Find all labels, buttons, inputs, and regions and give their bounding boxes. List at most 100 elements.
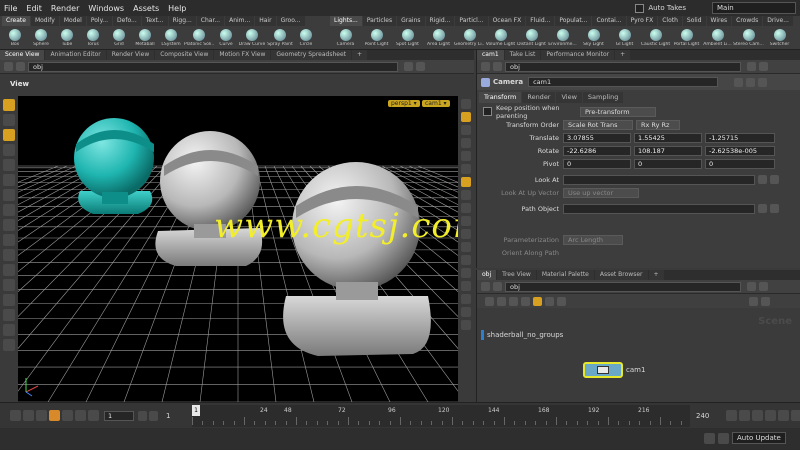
peak-tool-icon[interactable] bbox=[3, 324, 15, 336]
current-frame-marker[interactable]: 1 bbox=[192, 405, 200, 416]
uv-display-icon[interactable] bbox=[461, 242, 471, 252]
pivot-y-field[interactable]: 0 bbox=[634, 158, 702, 169]
range-icon[interactable] bbox=[765, 410, 776, 421]
shelf-tab-hair[interactable]: Hair bbox=[255, 16, 276, 26]
tab-geometry-spreadsheet[interactable]: Geometry Spreadsheet bbox=[271, 50, 351, 60]
frame-step-down-icon[interactable] bbox=[138, 411, 147, 421]
play-reverse-icon[interactable] bbox=[36, 410, 47, 421]
auto-update-dropdown[interactable]: Auto Update bbox=[732, 432, 786, 444]
shelf-tab-texture[interactable]: Text... bbox=[141, 16, 168, 26]
auto-takes-checkbox[interactable] bbox=[635, 3, 645, 13]
snap-tool-icon[interactable] bbox=[3, 204, 15, 216]
path-object-menu-icon[interactable] bbox=[770, 204, 779, 213]
shelf-tab-particle-fluids[interactable]: Particl... bbox=[455, 16, 488, 26]
shelf-tab-fluid[interactable]: Fluid... bbox=[526, 16, 555, 26]
shelf-tab-container[interactable]: Contai... bbox=[592, 16, 626, 26]
cloud-icon[interactable] bbox=[704, 433, 715, 444]
param-link-icon[interactable] bbox=[759, 62, 768, 71]
look-at-menu-icon[interactable] bbox=[770, 175, 779, 184]
move-tool-icon[interactable] bbox=[3, 114, 15, 126]
viewport-3d[interactable]: persp1 ▾ cam1 ▾ www.cgtsj.com bbox=[18, 96, 458, 402]
shelf-tab-grooming[interactable]: Groo... bbox=[276, 16, 305, 26]
status-icon[interactable] bbox=[718, 433, 729, 444]
tool-sky-light[interactable]: Sky Light bbox=[578, 29, 609, 47]
tool-lsystem[interactable]: LSystem bbox=[158, 29, 184, 47]
add-param-tab-button[interactable]: + bbox=[615, 50, 631, 60]
tab-motion-fx-view[interactable]: Motion FX View bbox=[214, 50, 271, 60]
camera-menu[interactable]: cam1 ▾ bbox=[422, 100, 450, 107]
grid-toggle-icon[interactable] bbox=[461, 190, 471, 200]
dot-icon[interactable] bbox=[557, 296, 566, 306]
paint-tool-icon[interactable] bbox=[3, 249, 15, 261]
menu-render[interactable]: Render bbox=[51, 4, 79, 13]
tool-geometry-light[interactable]: Geometry Li... bbox=[454, 29, 485, 47]
menu-file[interactable]: File bbox=[4, 4, 17, 13]
timeline-scrubber[interactable]: 1 24 48 72 96 120 144 168 192 216 bbox=[192, 405, 690, 427]
tool-distant-light[interactable]: Distant Light bbox=[516, 29, 547, 47]
param-back-icon[interactable] bbox=[481, 62, 490, 71]
shelf-tab-grains[interactable]: Grains bbox=[397, 16, 425, 26]
persp-menu[interactable]: persp1 ▾ bbox=[388, 100, 420, 107]
vertex-display-icon[interactable] bbox=[461, 229, 471, 239]
tool-camera[interactable]: Camera bbox=[330, 29, 361, 47]
node-name-field[interactable]: cam1 bbox=[528, 77, 719, 87]
rotate-z-field[interactable]: -2.62538e-005 bbox=[705, 145, 775, 156]
tab-take-list[interactable]: Take List bbox=[504, 50, 541, 60]
realtime-icon[interactable] bbox=[752, 410, 763, 421]
magnet-icon[interactable] bbox=[3, 234, 15, 246]
menu-windows[interactable]: Windows bbox=[88, 4, 124, 13]
tool-gi-light[interactable]: GI Light bbox=[609, 29, 640, 47]
tab-scene-view[interactable]: Scene View bbox=[0, 50, 45, 60]
primitive-display-icon[interactable] bbox=[461, 255, 471, 265]
tool-platonic[interactable]: Platonic Soli... bbox=[184, 29, 214, 47]
look-at-field[interactable] bbox=[563, 174, 755, 185]
tool-tube[interactable]: Tube bbox=[54, 29, 80, 47]
frame-step-up-icon[interactable] bbox=[149, 411, 158, 421]
menu-help[interactable]: Help bbox=[168, 4, 186, 13]
subtab-render[interactable]: Render bbox=[522, 91, 556, 103]
shelf-tab-character[interactable]: Char... bbox=[196, 16, 225, 26]
list-mode-icon[interactable] bbox=[485, 296, 494, 306]
shelf-tab-model[interactable]: Model bbox=[59, 16, 86, 26]
param-path-field[interactable]: obj bbox=[505, 61, 741, 72]
shelf-tab-solid[interactable]: Solid bbox=[682, 16, 706, 26]
shelf-tab-cloth[interactable]: Cloth bbox=[658, 16, 682, 26]
light-icon[interactable] bbox=[461, 177, 471, 187]
shelf-tab-drive[interactable]: Drive... bbox=[763, 16, 793, 26]
network-back-icon[interactable] bbox=[481, 282, 490, 291]
shading-icon[interactable] bbox=[461, 164, 471, 174]
handle-tool-icon[interactable] bbox=[3, 129, 15, 141]
translate-x-field[interactable]: 3.07855 bbox=[563, 132, 631, 143]
shelf-tab-rigging[interactable]: Rigg... bbox=[168, 16, 196, 26]
camera-tool-icon[interactable] bbox=[3, 339, 15, 351]
look-at-up-dropdown[interactable]: Use up vector bbox=[563, 187, 639, 198]
audio-icon[interactable] bbox=[739, 410, 750, 421]
translate-z-field[interactable]: -1.25715 bbox=[705, 132, 775, 143]
look-at-chooser-icon[interactable] bbox=[758, 175, 767, 184]
tool-portal-light[interactable]: Portal Light bbox=[671, 29, 702, 47]
tool-ambient-light[interactable]: Ambient Li... bbox=[702, 29, 733, 47]
lock-camera-icon[interactable] bbox=[461, 112, 471, 122]
key-icon[interactable] bbox=[726, 410, 737, 421]
tool-point-light[interactable]: Point Light bbox=[361, 29, 392, 47]
shelf-tab-pyro[interactable]: Pyro FX bbox=[626, 16, 658, 26]
layout-icon[interactable] bbox=[509, 296, 518, 306]
step-forward-icon[interactable] bbox=[75, 410, 86, 421]
network-path-field[interactable]: obj bbox=[505, 281, 741, 292]
tool-circle[interactable]: Circle bbox=[294, 29, 318, 47]
pivot-x-field[interactable]: 0 bbox=[563, 158, 631, 169]
shelf-tab-animation[interactable]: Anim... bbox=[225, 16, 255, 26]
network-box-icon[interactable] bbox=[545, 296, 554, 306]
network-help-icon[interactable] bbox=[761, 296, 770, 306]
tool-torus[interactable]: Torus bbox=[80, 29, 106, 47]
stop-icon[interactable] bbox=[49, 410, 60, 421]
tool-caustic-light[interactable]: Caustic Light bbox=[640, 29, 671, 47]
brush-tool-icon[interactable] bbox=[3, 264, 15, 276]
pivot-z-field[interactable]: 0 bbox=[705, 158, 775, 169]
tab-asset-browser[interactable]: Asset Browser bbox=[594, 270, 648, 280]
select-tool-icon[interactable] bbox=[3, 99, 15, 111]
normal-display-icon[interactable] bbox=[461, 216, 471, 226]
info-icon[interactable] bbox=[758, 77, 768, 87]
rotate-x-field[interactable]: -22.6286 bbox=[563, 145, 631, 156]
tab-cam1[interactable]: cam1 bbox=[477, 50, 504, 60]
